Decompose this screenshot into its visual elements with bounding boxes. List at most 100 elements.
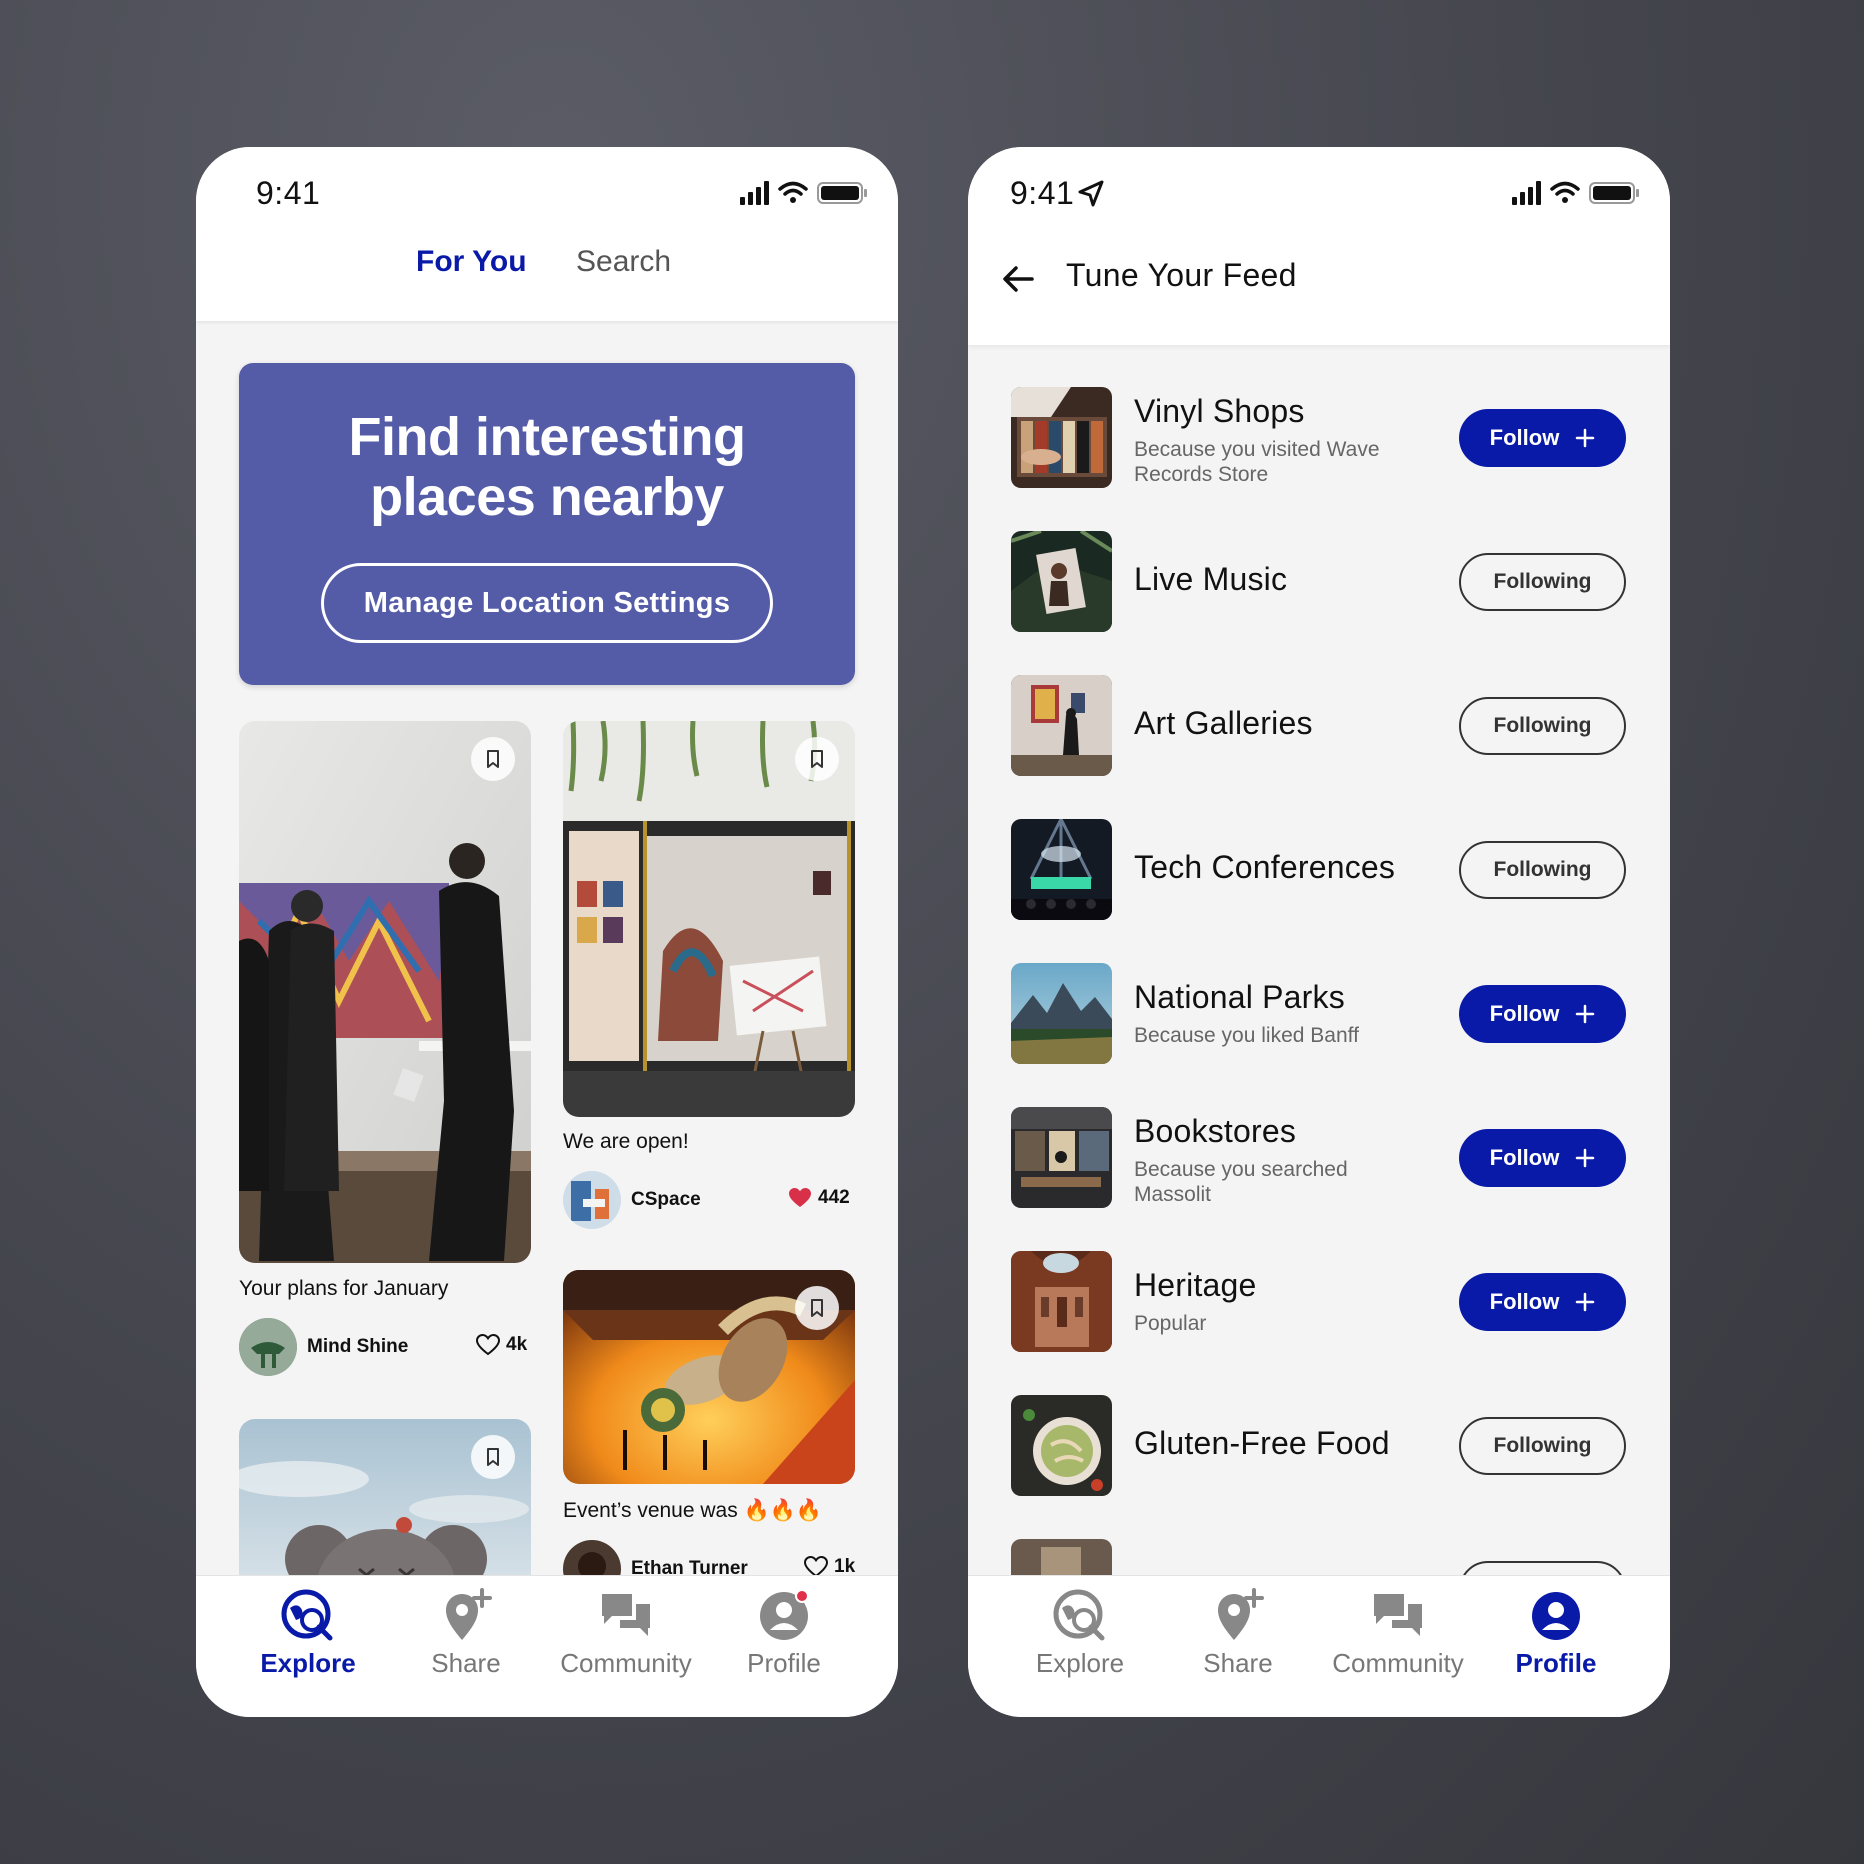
follow-button[interactable]: Follow xyxy=(1459,985,1626,1043)
topic-reason: Because you liked Banff xyxy=(1134,1024,1359,1047)
bookmark-icon xyxy=(811,750,823,768)
nav-share[interactable]: Share xyxy=(1158,1588,1318,1679)
nav-label: Profile xyxy=(1515,1648,1597,1678)
following-button[interactable]: Following xyxy=(1459,553,1626,611)
topic-thumbnail xyxy=(1011,1251,1112,1352)
bookmark-button[interactable] xyxy=(471,1435,515,1479)
nav-explore[interactable]: Explore xyxy=(228,1588,388,1679)
cellular-signal-icon xyxy=(740,181,769,205)
topic-title: Tech Conferences xyxy=(1134,849,1396,885)
topic-reason: Because you searched Massolit xyxy=(1134,1158,1348,1206)
follow-button-label: Follow xyxy=(1489,1289,1560,1314)
explore-screen: 9:41 For You Search Find interesting pla… xyxy=(196,147,898,1717)
follow-button[interactable]: Follow xyxy=(1459,1129,1626,1187)
status-icons xyxy=(1512,181,1639,205)
location-banner: Find interesting places nearby Manage Lo… xyxy=(239,363,855,685)
list-item: National Parks Because you liked Banff F… xyxy=(968,963,1670,1073)
nav-label: Share xyxy=(431,1648,501,1678)
nav-share[interactable]: Share xyxy=(386,1588,546,1679)
manage-location-settings-button[interactable]: Manage Location Settings xyxy=(321,563,773,643)
bookmark-button[interactable] xyxy=(795,1286,839,1330)
nav-community[interactable]: Community xyxy=(1318,1588,1478,1679)
avatar[interactable] xyxy=(239,1318,297,1376)
list-item: Tech Conferences Following xyxy=(968,819,1670,929)
follow-button-label: Follow xyxy=(1489,425,1560,450)
like-button[interactable]: 4k xyxy=(476,1334,527,1356)
author-name[interactable]: Mind Shine xyxy=(307,1336,408,1358)
topic-thumbnail xyxy=(1011,1395,1112,1496)
post-image[interactable] xyxy=(239,1419,531,1589)
plus-icon xyxy=(1576,1148,1595,1168)
topic-thumbnail xyxy=(1011,675,1112,776)
post-caption: Event’s venue was 🔥🔥🔥 xyxy=(563,1499,822,1522)
bookmark-icon xyxy=(487,1448,499,1466)
bookmark-icon xyxy=(811,1299,823,1317)
following-button[interactable]: Following xyxy=(1459,697,1626,755)
list-item: Gluten-Free Food Following xyxy=(968,1395,1670,1505)
bottom-navigation: Explore Share Community Profile xyxy=(196,1575,898,1717)
follow-button[interactable]: Follow xyxy=(1459,1273,1626,1331)
profile-icon xyxy=(760,1589,809,1640)
share-pin-icon xyxy=(446,1588,492,1640)
topic-thumbnail xyxy=(1011,531,1112,632)
heart-outline-icon xyxy=(476,1334,500,1356)
profile-icon xyxy=(1532,1592,1580,1640)
back-arrow-icon[interactable] xyxy=(998,259,1038,299)
topic-title: Vinyl Shops xyxy=(1134,393,1305,429)
topic-thumbnail xyxy=(1011,1107,1112,1208)
post-image[interactable] xyxy=(563,1270,855,1484)
wifi-icon xyxy=(778,181,808,196)
topic-thumbnail xyxy=(1011,387,1112,488)
list-item: Art Galleries Following xyxy=(968,675,1670,785)
topic-title: National Parks xyxy=(1134,979,1345,1015)
status-time: 9:41 xyxy=(256,175,321,211)
nav-label: Explore xyxy=(1035,1648,1125,1678)
plus-icon xyxy=(1576,1004,1595,1024)
list-item: Live Music Following xyxy=(968,531,1670,641)
explore-icon xyxy=(281,1589,333,1641)
plus-icon xyxy=(1576,1292,1595,1312)
nav-label: Community xyxy=(560,1648,692,1678)
like-count: 442 xyxy=(818,1187,850,1208)
post-image[interactable] xyxy=(563,721,855,1117)
bottom-navigation: Explore Share Community Profile xyxy=(968,1575,1670,1717)
following-button[interactable]: Following xyxy=(1459,841,1626,899)
bookmark-button[interactable] xyxy=(471,737,515,781)
cellular-signal-icon xyxy=(1512,181,1541,205)
location-arrow-icon xyxy=(1078,180,1104,207)
status-bar: 9:41 xyxy=(196,147,898,243)
topic-title: Gluten-Free Food xyxy=(1134,1425,1390,1461)
following-button[interactable]: Following xyxy=(1459,1417,1626,1475)
nav-profile[interactable]: Profile xyxy=(704,1588,864,1679)
follow-button-label: Follow xyxy=(1489,1001,1560,1026)
bookmark-icon xyxy=(487,750,499,768)
topic-title: Heritage xyxy=(1134,1267,1257,1303)
status-bar: 9:41 xyxy=(968,147,1670,243)
nav-community[interactable]: Community xyxy=(546,1588,706,1679)
nav-label: Profile xyxy=(747,1648,821,1678)
page-title: Tune Your Feed xyxy=(1066,257,1297,293)
topic-reason: Popular xyxy=(1134,1312,1207,1335)
explore-icon xyxy=(1053,1589,1105,1641)
nav-label: Explore xyxy=(260,1648,356,1678)
post-caption: Your plans for January xyxy=(239,1277,449,1300)
follow-button-label: Follow xyxy=(1489,1145,1560,1170)
banner-title: Find interesting places nearby xyxy=(348,407,747,527)
author-name[interactable]: CSpace xyxy=(631,1189,701,1211)
plus-icon xyxy=(1576,428,1595,448)
tab-search[interactable]: Search xyxy=(576,245,671,279)
bookmark-button[interactable] xyxy=(795,737,839,781)
avatar[interactable] xyxy=(563,1171,621,1229)
list-item: Heritage Popular Follow xyxy=(968,1251,1670,1361)
notification-dot xyxy=(795,1589,809,1603)
tab-for-you[interactable]: For You xyxy=(416,245,527,279)
community-icon xyxy=(602,1594,650,1636)
list-item: Vinyl Shops Because you visited Wave Rec… xyxy=(968,387,1670,497)
nav-profile[interactable]: Profile xyxy=(1476,1588,1636,1679)
post-image[interactable] xyxy=(239,721,531,1263)
nav-explore[interactable]: Explore xyxy=(1000,1588,1160,1679)
battery-icon xyxy=(817,182,867,204)
topic-thumbnail xyxy=(1011,963,1112,1064)
like-button[interactable]: 442 xyxy=(788,1187,850,1209)
follow-button[interactable]: Follow xyxy=(1459,409,1626,467)
